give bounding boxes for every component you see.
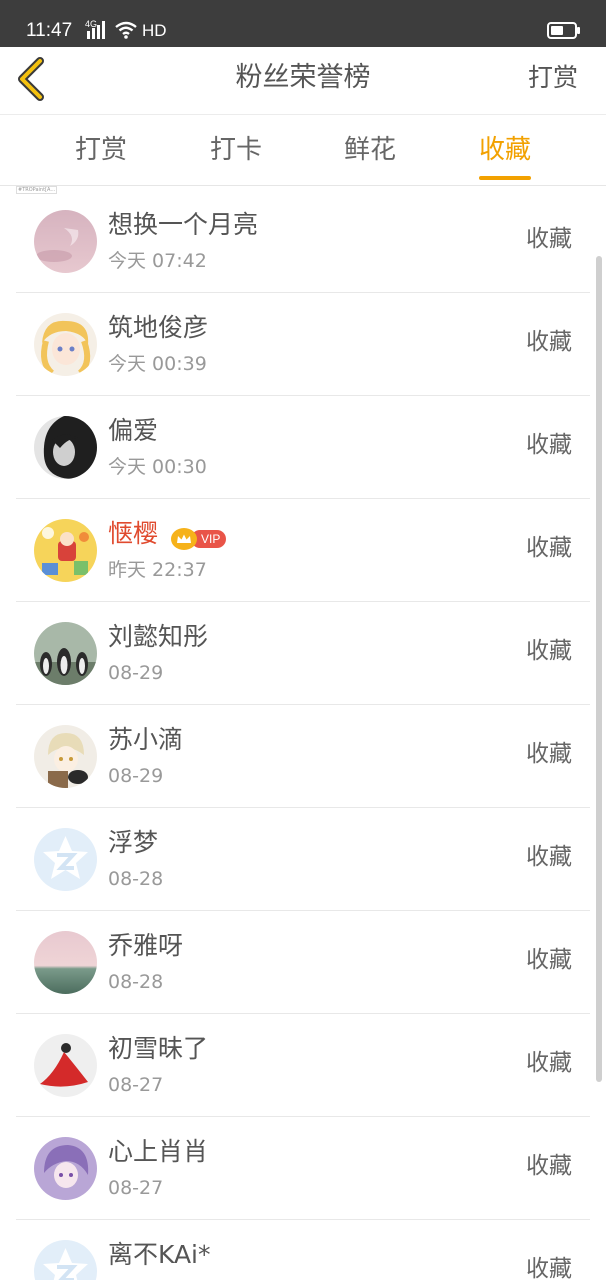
fan-name[interactable]: 苏小滴 [108,723,183,757]
fan-name[interactable]: 心上肖肖 [108,1135,208,1169]
action-label: 收藏 [526,947,572,973]
avatar[interactable] [34,622,97,685]
action-label: 收藏 [526,432,572,458]
tab-label: 打卡 [209,135,262,165]
signal-icon [87,21,105,39]
list-item[interactable]: 苏小滴 08-29 收藏 [16,705,590,808]
list-item[interactable]: 筑地俊彦今天 00:39 收藏 [16,293,590,396]
action-label: 收藏 [526,226,572,252]
fan-name[interactable]: 乔雅呀 [108,929,183,963]
avatar[interactable] [34,519,97,582]
status-time: 11:47 [26,20,73,41]
tab-label: 鲜花 [343,135,396,165]
avatar[interactable] [34,828,97,891]
fan-list[interactable]: 想换一个月亮 今天 07:42 收藏 筑地俊彦 今天 00:39 收藏 偏爱 今天 00:30… [0,190,606,1280]
list-item[interactable]: 浮梦 08-28 收藏 [16,808,590,911]
reward-button[interactable]: 打赏 [528,61,578,95]
list-item[interactable]: 乔雅呀 08-28 收藏 [16,911,590,1014]
fan-name[interactable]: 偏爱 [108,414,158,448]
tab-checkin[interactable]: 打卡 [186,133,286,167]
tab-bar: 打赏 打卡 鲜花 收藏 [0,115,606,186]
vip-badge: VIP [171,528,227,550]
tab-reward[interactable]: 打赏 [51,133,151,167]
action-label: 收藏 [526,329,572,355]
scrollbar[interactable] [596,256,602,1082]
fan-time: 08-28 [108,971,164,993]
list-item[interactable]: 初雪昧了 08-27 收藏 [16,1014,590,1117]
tab-label: 打赏 [74,135,127,165]
fan-time: 08-29 [108,765,164,787]
app-header: 粉丝荣誉榜 打赏 [0,47,606,115]
avatar[interactable] [34,1240,97,1280]
tab-label: 收藏 [478,135,531,165]
list-item[interactable]: 心上肖肖 08-27 收藏 [16,1117,590,1220]
avatar[interactable] [34,210,97,273]
avatar[interactable] [34,725,97,788]
fan-name[interactable]: 离不KAi* [108,1238,211,1272]
active-tab-indicator [479,176,531,180]
page-title: 粉丝荣誉榜 [235,62,371,93]
fan-time: 今天 00:30 [108,456,207,478]
list-item[interactable]: 偏爱今天 00:30 收藏 [16,396,590,499]
crown-icon [171,528,197,550]
fan-name[interactable]: 初雪昧了 [108,1032,208,1066]
fan-time: 08-27 [108,1177,164,1199]
tab-favorites[interactable]: 收藏 [455,133,555,180]
fan-name[interactable]: 浮梦 [108,826,158,860]
wifi-icon [115,21,137,39]
avatar[interactable] [34,1034,97,1097]
list-item[interactable]: 想换一个月亮今天 07:42 收藏 [16,190,590,293]
status-bar: 11:47 4G HD [0,0,606,47]
avatar[interactable] [34,416,97,479]
list-item[interactable]: 刘懿知彤 08-29 收藏 [16,602,590,705]
tab-flowers[interactable]: 鲜花 [320,133,420,167]
fan-time: 今天 00:39 [108,353,207,375]
list-item[interactable]: 离不KAi* 收藏 [16,1220,590,1280]
fan-name[interactable]: 惬樱 [108,517,158,551]
fan-time: 08-29 [108,662,164,684]
fan-name[interactable]: 刘懿知彤 [108,620,208,654]
action-label: 收藏 [526,1256,572,1280]
fan-time: 今天 07:42 [108,250,207,272]
action-label: 收藏 [526,1050,572,1076]
hd-indicator: HD [142,21,167,40]
fan-name[interactable]: 筑地俊彦 [108,311,208,345]
action-label: 收藏 [526,1153,572,1179]
action-label: 收藏 [526,844,572,870]
battery-icon [547,22,580,39]
avatar[interactable] [34,931,97,994]
fan-time: 08-27 [108,1074,164,1096]
action-label: 收藏 [526,638,572,664]
fan-name[interactable]: 想换一个月亮 [108,208,258,242]
fan-time: 昨天 22:37 [108,559,207,581]
list-item[interactable]: 惬樱 VIP 昨天 22:37 收藏 [16,499,590,602]
action-label: 收藏 [526,741,572,767]
action-label: 收藏 [526,535,572,561]
fan-time: 08-28 [108,868,164,890]
avatar[interactable] [34,1137,97,1200]
avatar[interactable] [34,313,97,376]
